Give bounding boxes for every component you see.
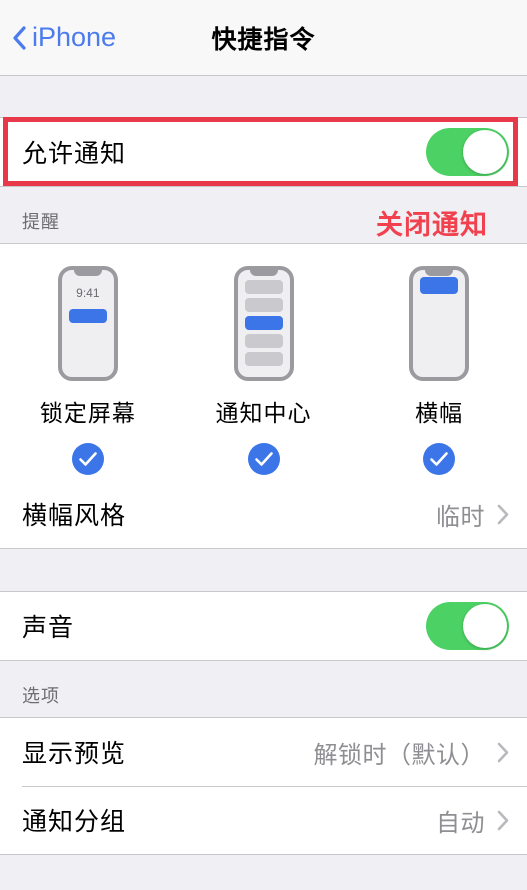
notification-bar-placeholder (244, 280, 283, 294)
notification-bar (244, 316, 283, 330)
allow-notifications-group: 允许通知 (0, 117, 527, 187)
banner-style-label: 横幅风格 (22, 502, 127, 530)
chevron-right-icon (497, 742, 509, 762)
spacer-top (0, 76, 527, 117)
phone-notch (249, 270, 278, 276)
notification-grouping-label: 通知分组 (22, 808, 127, 836)
banner-style-value: 临时 (436, 503, 485, 531)
phone-time-label: 9:41 (76, 286, 100, 300)
preview-notification-center[interactable]: 通知中心 (176, 266, 352, 476)
options-group: 显示预览 解锁时（默认） 通知分组 自动 (0, 717, 527, 855)
notification-bar-placeholder (244, 334, 283, 348)
phone-notch (425, 270, 454, 276)
alerts-group: 9:41 锁定屏幕 通知中心 横幅 横幅风格 临时 (0, 243, 527, 549)
show-previews-value: 解锁时（默认） (313, 741, 485, 769)
show-previews-label: 显示预览 (22, 740, 127, 768)
checkmark-icon-lock-screen[interactable] (71, 442, 105, 476)
sounds-toggle[interactable] (426, 602, 509, 650)
allow-notifications-label: 允许通知 (22, 140, 127, 168)
navigation-bar: iPhone 快捷指令 (0, 0, 527, 76)
phone-notch (73, 270, 102, 276)
phone-illustration-banner (409, 266, 470, 381)
notification-bar-placeholder (244, 352, 283, 366)
chevron-right-icon (497, 810, 509, 830)
preview-label-lock-screen: 锁定屏幕 (39, 400, 136, 426)
notification-grouping-value: 自动 (436, 809, 485, 837)
chevron-right-icon (497, 504, 509, 524)
allow-notifications-toggle[interactable] (426, 128, 509, 176)
sounds-label: 声音 (22, 614, 75, 642)
page-title: 快捷指令 (211, 25, 316, 54)
row-notification-grouping[interactable]: 通知分组 自动 (0, 786, 527, 854)
phone-illustration-lock-screen: 9:41 (57, 266, 118, 381)
checkmark-icon-banner[interactable] (422, 442, 456, 476)
preview-lock-screen[interactable]: 9:41 锁定屏幕 (0, 266, 176, 476)
notification-bar (420, 277, 459, 294)
phone-illustration-notification-center (233, 266, 294, 381)
sounds-group: 声音 (0, 591, 527, 661)
toggle-knob (463, 604, 507, 648)
row-allow-notifications[interactable]: 允许通知 (0, 118, 527, 186)
row-banner-style[interactable]: 横幅风格 临时 (0, 480, 527, 548)
options-section-header: 选项 (0, 661, 527, 717)
settings-screen: iPhone 快捷指令 允许通知 提醒 9:41 锁定屏幕 通知中心 横幅 横幅… (0, 0, 527, 890)
toggle-knob (463, 130, 507, 174)
notification-bar (68, 309, 107, 323)
row-show-previews[interactable]: 显示预览 解锁时（默认） (0, 718, 527, 786)
spacer-middle (0, 549, 527, 591)
row-sounds[interactable]: 声音 (0, 592, 527, 660)
notification-bar-placeholder (244, 298, 283, 312)
alert-style-previews: 9:41 锁定屏幕 通知中心 横幅 (0, 244, 527, 480)
preview-label-notification-center: 通知中心 (215, 400, 312, 426)
preview-banner[interactable]: 横幅 (351, 266, 527, 476)
preview-label-banner: 横幅 (415, 400, 464, 426)
alerts-section-header: 提醒 (0, 187, 527, 243)
checkmark-icon-notification-center[interactable] (247, 442, 281, 476)
